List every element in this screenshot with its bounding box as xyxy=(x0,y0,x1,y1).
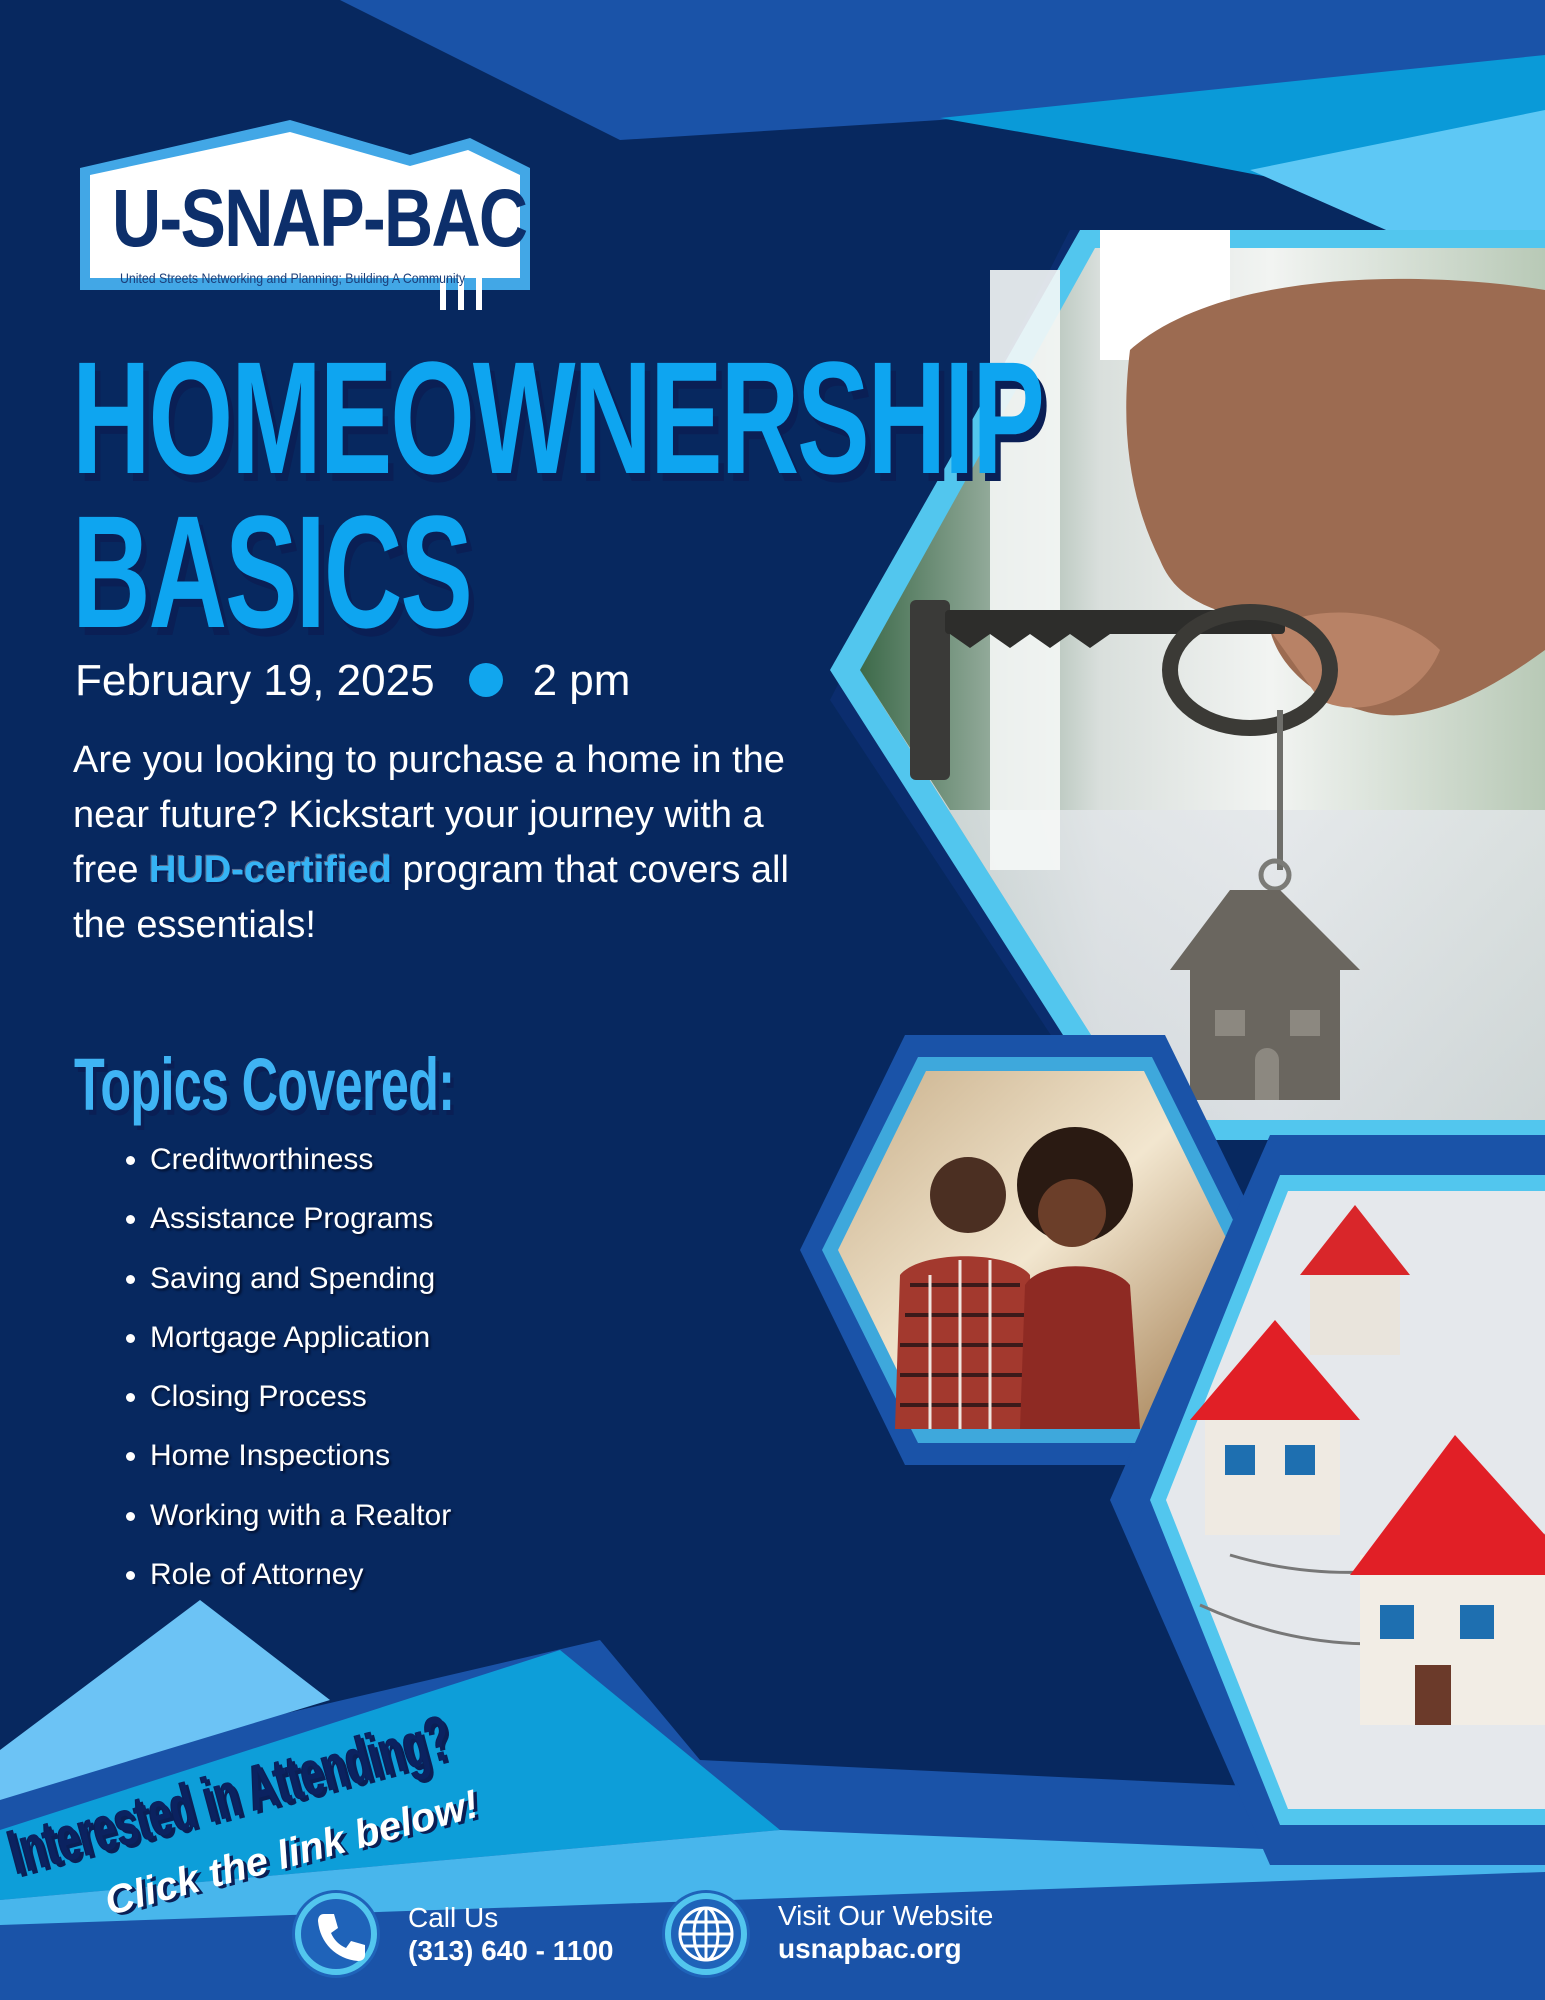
website-label: Visit Our Website xyxy=(778,1900,994,1931)
list-item: Assistance Programs xyxy=(150,1194,451,1253)
headline-line-1: HOMEOWNERSHIP xyxy=(72,328,1045,507)
phone-icon[interactable] xyxy=(290,1888,382,1980)
event-dateline: February 19, 2025 2 pm xyxy=(75,656,630,706)
separator-dot-icon xyxy=(468,663,503,697)
website-link[interactable]: usnapbac.org xyxy=(778,1932,993,1966)
list-item: Home Inspections xyxy=(150,1431,451,1490)
phone-contact[interactable]: Call Us (313) 640 - 1100 xyxy=(408,1902,614,1968)
phone-label: Call Us xyxy=(408,1902,499,1933)
list-item: Working with a Realtor xyxy=(150,1491,451,1550)
topics-list: Creditworthiness Assistance Programs Sav… xyxy=(110,1135,451,1609)
event-date: February 19, 2025 xyxy=(75,656,435,705)
list-item: Mortgage Application xyxy=(150,1313,451,1372)
topics-heading: Topics Covered: xyxy=(74,1043,455,1126)
headline-line-2: BASICS xyxy=(72,482,473,661)
list-item: Role of Attorney xyxy=(150,1550,451,1609)
globe-icon[interactable] xyxy=(660,1888,752,1980)
website-contact[interactable]: Visit Our Website usnapbac.org xyxy=(778,1900,993,1966)
hud-certified-highlight: HUD-certified xyxy=(149,849,392,891)
intro-paragraph: Are you looking to purchase a home in th… xyxy=(73,733,813,953)
list-item: Closing Process xyxy=(150,1372,451,1431)
phone-number[interactable]: (313) 640 - 1100 xyxy=(408,1934,614,1968)
list-item: Saving and Spending xyxy=(150,1254,451,1313)
flyer: U-SNAP-BAC United Streets Networking and… xyxy=(0,0,1545,2000)
event-time: 2 pm xyxy=(532,656,631,705)
list-item: Creditworthiness xyxy=(150,1135,451,1194)
houses-photo xyxy=(1110,1135,1545,1865)
logo-subtitle: United Streets Networking and Planning; … xyxy=(120,270,466,286)
logo-title: U-SNAP-BAC xyxy=(112,173,528,264)
